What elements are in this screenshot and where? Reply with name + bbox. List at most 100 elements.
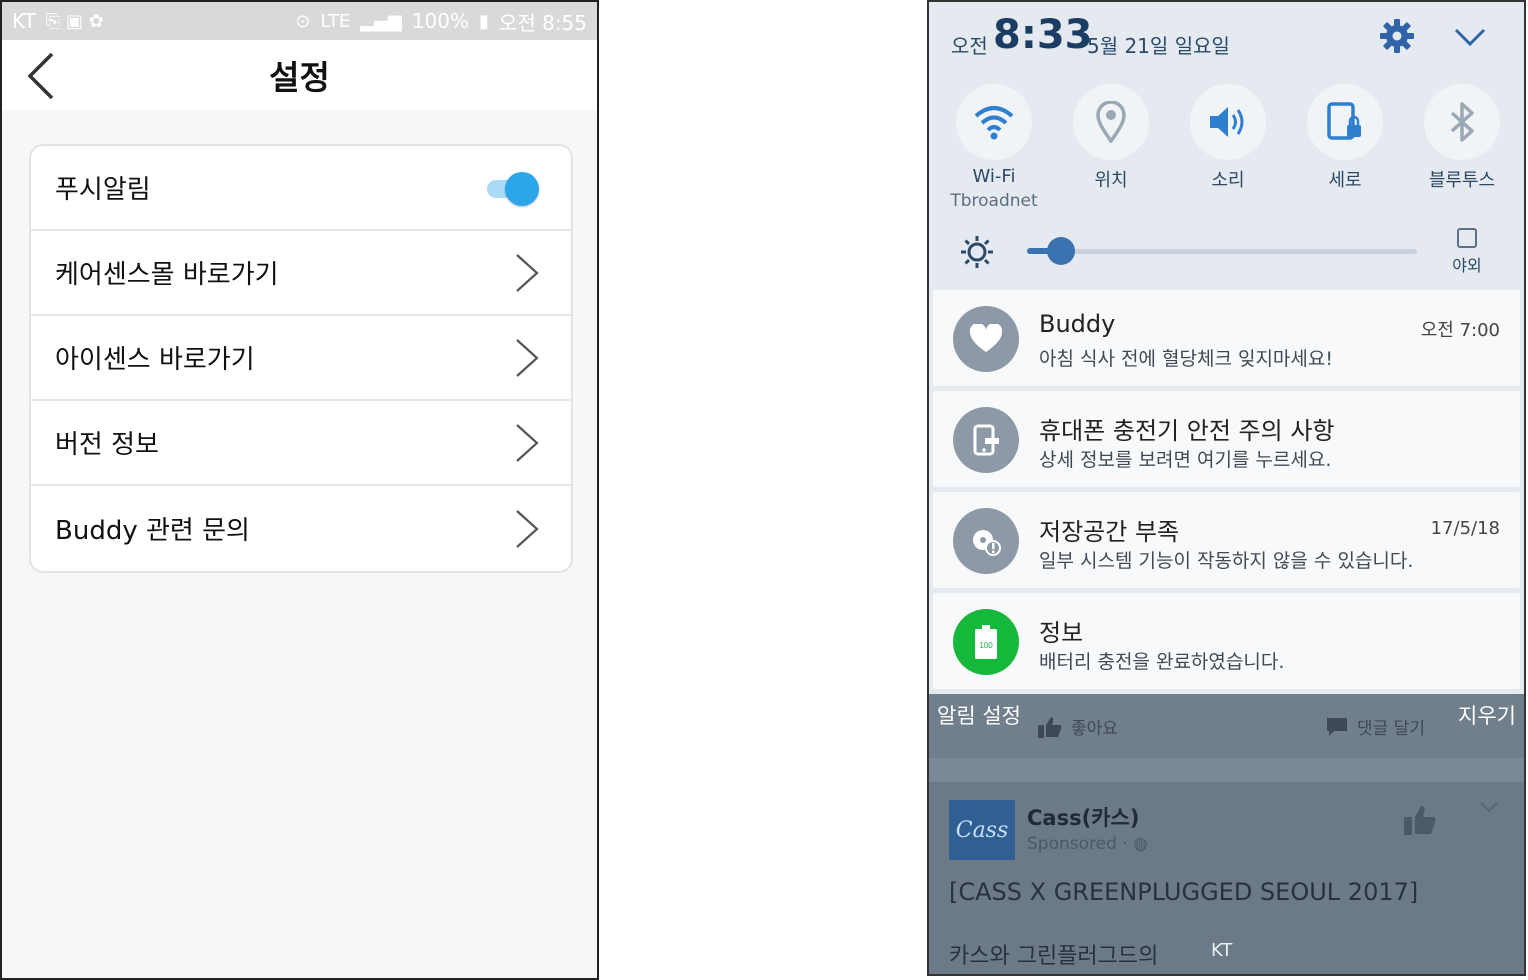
- notification-item[interactable]: Buddy 아침 식사 전에 혈당체크 잊지마세요! 오전 7:00: [933, 290, 1520, 386]
- cass-logo: Cass: [949, 800, 1015, 860]
- thumbs-up-icon: [1404, 806, 1436, 835]
- settings-screen: KT ⎘ ▣ ✿ ⊙ LTE ▂▄▆ 100% ▮ 오전 8:55 설정 푸시알…: [0, 0, 599, 980]
- sound-icon: [1210, 107, 1244, 137]
- settings-item-buddy-inquiry[interactable]: Buddy 관련 문의: [31, 486, 571, 571]
- storage-warning-icon: [973, 530, 1001, 556]
- like-label: 좋아요: [1071, 719, 1118, 739]
- wifi-icon: [974, 106, 1014, 140]
- notification-item[interactable]: 저장공간 부족 일부 시스템 기능이 작동하지 않을 수 있습니다. 17/5/…: [933, 492, 1520, 588]
- app-bar: 설정: [2, 40, 597, 110]
- svg-text:100: 100: [979, 641, 993, 650]
- settings-item-label: 아이센스 바로가기: [55, 345, 255, 375]
- qs-label: 세로: [1328, 170, 1362, 191]
- chevron-right-icon: [516, 253, 539, 292]
- brightness-row: 야외: [929, 224, 1524, 284]
- qs-circle: [1307, 84, 1383, 160]
- qs-label: 블루투스: [1428, 170, 1496, 191]
- status-time: 오전 8:55: [498, 10, 587, 35]
- clear-button[interactable]: 지우기: [1458, 700, 1516, 730]
- notification-title: Buddy: [1039, 310, 1116, 338]
- chevron-right-icon: [516, 338, 539, 377]
- back-arrow-icon[interactable]: [20, 50, 68, 102]
- qs-tile-rotation[interactable]: 세로: [1290, 84, 1400, 192]
- notification-body: 상세 정보를 보려면 여기를 누르세요.: [1039, 449, 1332, 471]
- notification-footer: 알림 설정 좋아요 댓글 달기 지우기: [929, 694, 1524, 758]
- brightness-slider-track[interactable]: [1027, 249, 1417, 254]
- notification-icon: [953, 508, 1019, 574]
- qs-label: 위치: [1094, 170, 1128, 191]
- network-type: LTE: [320, 10, 351, 32]
- background-feed-post: Cass Cass(카스) Sponsored · ◍ [CASS X GREE…: [929, 782, 1524, 974]
- qs-circle: [1424, 84, 1500, 160]
- gear-icon[interactable]: [1379, 18, 1415, 54]
- comment-icon: [1327, 717, 1347, 736]
- page-title: 설정: [269, 58, 330, 97]
- settings-item-push[interactable]: 푸시알림: [31, 146, 571, 231]
- bluetooth-icon: [1450, 102, 1474, 142]
- panel-header: 오전 8:33 5월 21일 일요일: [929, 2, 1524, 80]
- settings-item-label: 케어센스몰 바로가기: [55, 260, 279, 290]
- header-time: 8:33: [993, 12, 1093, 58]
- settings-item-caresens-mall[interactable]: 케어센스몰 바로가기: [31, 231, 571, 316]
- notification-icon: 100: [953, 609, 1019, 675]
- post-headline: [CASS X GREENPLUGGED SEOUL 2017]: [949, 878, 1419, 906]
- signal-icon: ▂▄▆: [360, 10, 402, 32]
- notification-icons: ⎘ ▣ ✿: [45, 10, 104, 32]
- divider: [929, 758, 1524, 782]
- qs-circle: [1190, 84, 1266, 160]
- battery-icon: ▮: [479, 10, 489, 32]
- qs-tile-bluetooth[interactable]: 블루투스: [1407, 84, 1517, 192]
- notification-body: 배터리 충전을 완료하였습니다.: [1039, 651, 1285, 673]
- status-bar: KT ⎘ ▣ ✿ ⊙ LTE ▂▄▆ 100% ▮ 오전 8:55: [2, 2, 597, 40]
- settings-item-label: Buddy 관련 문의: [55, 516, 250, 546]
- battery-full-icon: 100: [975, 625, 997, 659]
- notification-item[interactable]: 100 정보 배터리 충전을 완료하였습니다.: [933, 593, 1520, 689]
- notification-icon: [953, 407, 1019, 473]
- outdoor-mode[interactable]: 야외: [1447, 228, 1487, 276]
- settings-item-version[interactable]: 버전 정보: [31, 401, 571, 486]
- like-action: 좋아요: [1037, 714, 1118, 739]
- outdoor-label: 야외: [1452, 256, 1482, 275]
- notification-list: Buddy 아침 식사 전에 혈당체크 잊지마세요! 오전 7:00 휴대폰 충…: [933, 290, 1520, 694]
- brightness-slider-handle[interactable]: [1047, 237, 1075, 265]
- notification-body: 아침 식사 전에 혈당체크 잊지마세요!: [1039, 348, 1333, 370]
- header-ampm: 오전: [951, 34, 988, 58]
- notification-item[interactable]: 휴대폰 충전기 안전 주의 사항 상세 정보를 보려면 여기를 누르세요.: [933, 391, 1520, 487]
- outdoor-checkbox[interactable]: [1457, 228, 1477, 248]
- qs-circle: [956, 84, 1032, 160]
- notification-settings-button[interactable]: 알림 설정: [937, 700, 1021, 730]
- settings-item-isens[interactable]: 아이센스 바로가기: [31, 316, 571, 401]
- qs-label: 소리: [1211, 170, 1245, 191]
- chevron-right-icon: [516, 423, 539, 462]
- settings-item-label: 푸시알림: [55, 175, 151, 205]
- carrier-label: KT: [12, 9, 36, 33]
- notification-body: 일부 시스템 기능이 작동하지 않을 수 있습니다.: [1039, 550, 1414, 572]
- chevron-right-icon: [516, 509, 539, 548]
- comment-label: 댓글 달기: [1357, 719, 1425, 739]
- qs-tile-location[interactable]: 위치: [1056, 84, 1166, 192]
- push-toggle[interactable]: [485, 171, 541, 206]
- notification-time: 17/5/18: [1430, 518, 1500, 539]
- toggle-knob: [505, 171, 539, 206]
- location-icon: [1096, 101, 1126, 143]
- notification-panel-screen: 오전 8:33 5월 21일 일요일 Wi-Fi Tbroadnet 위치 소리…: [927, 0, 1526, 976]
- status-bar-left: KT ⎘ ▣ ✿: [12, 9, 104, 33]
- notification-title: 저장공간 부족: [1039, 518, 1180, 546]
- status-bar-right: ⊙ LTE ▂▄▆ 100% ▮ 오전 8:55: [295, 7, 587, 36]
- qs-tile-wifi[interactable]: Wi-Fi Tbroadnet: [939, 84, 1049, 211]
- post-sponsored: Sponsored · ◍: [1027, 834, 1148, 854]
- battery-percent: 100%: [411, 9, 470, 33]
- charger-icon: [973, 424, 999, 456]
- carrier-watermark: KT: [1211, 940, 1233, 961]
- settings-item-label: 버전 정보: [55, 430, 159, 460]
- notification-title: 휴대폰 충전기 안전 주의 사항: [1039, 417, 1335, 445]
- qs-tile-sound[interactable]: 소리: [1173, 84, 1283, 192]
- thumbs-up-icon: [1038, 716, 1062, 738]
- chevron-down-icon: [1480, 802, 1498, 813]
- qs-sublabel: Tbroadnet: [950, 191, 1038, 211]
- header-date: 5월 21일 일요일: [1087, 34, 1230, 58]
- qs-label: Wi-Fi: [972, 166, 1016, 187]
- notification-icon: [953, 306, 1019, 372]
- chevron-down-icon[interactable]: [1453, 24, 1487, 50]
- notification-title: 정보: [1039, 619, 1084, 647]
